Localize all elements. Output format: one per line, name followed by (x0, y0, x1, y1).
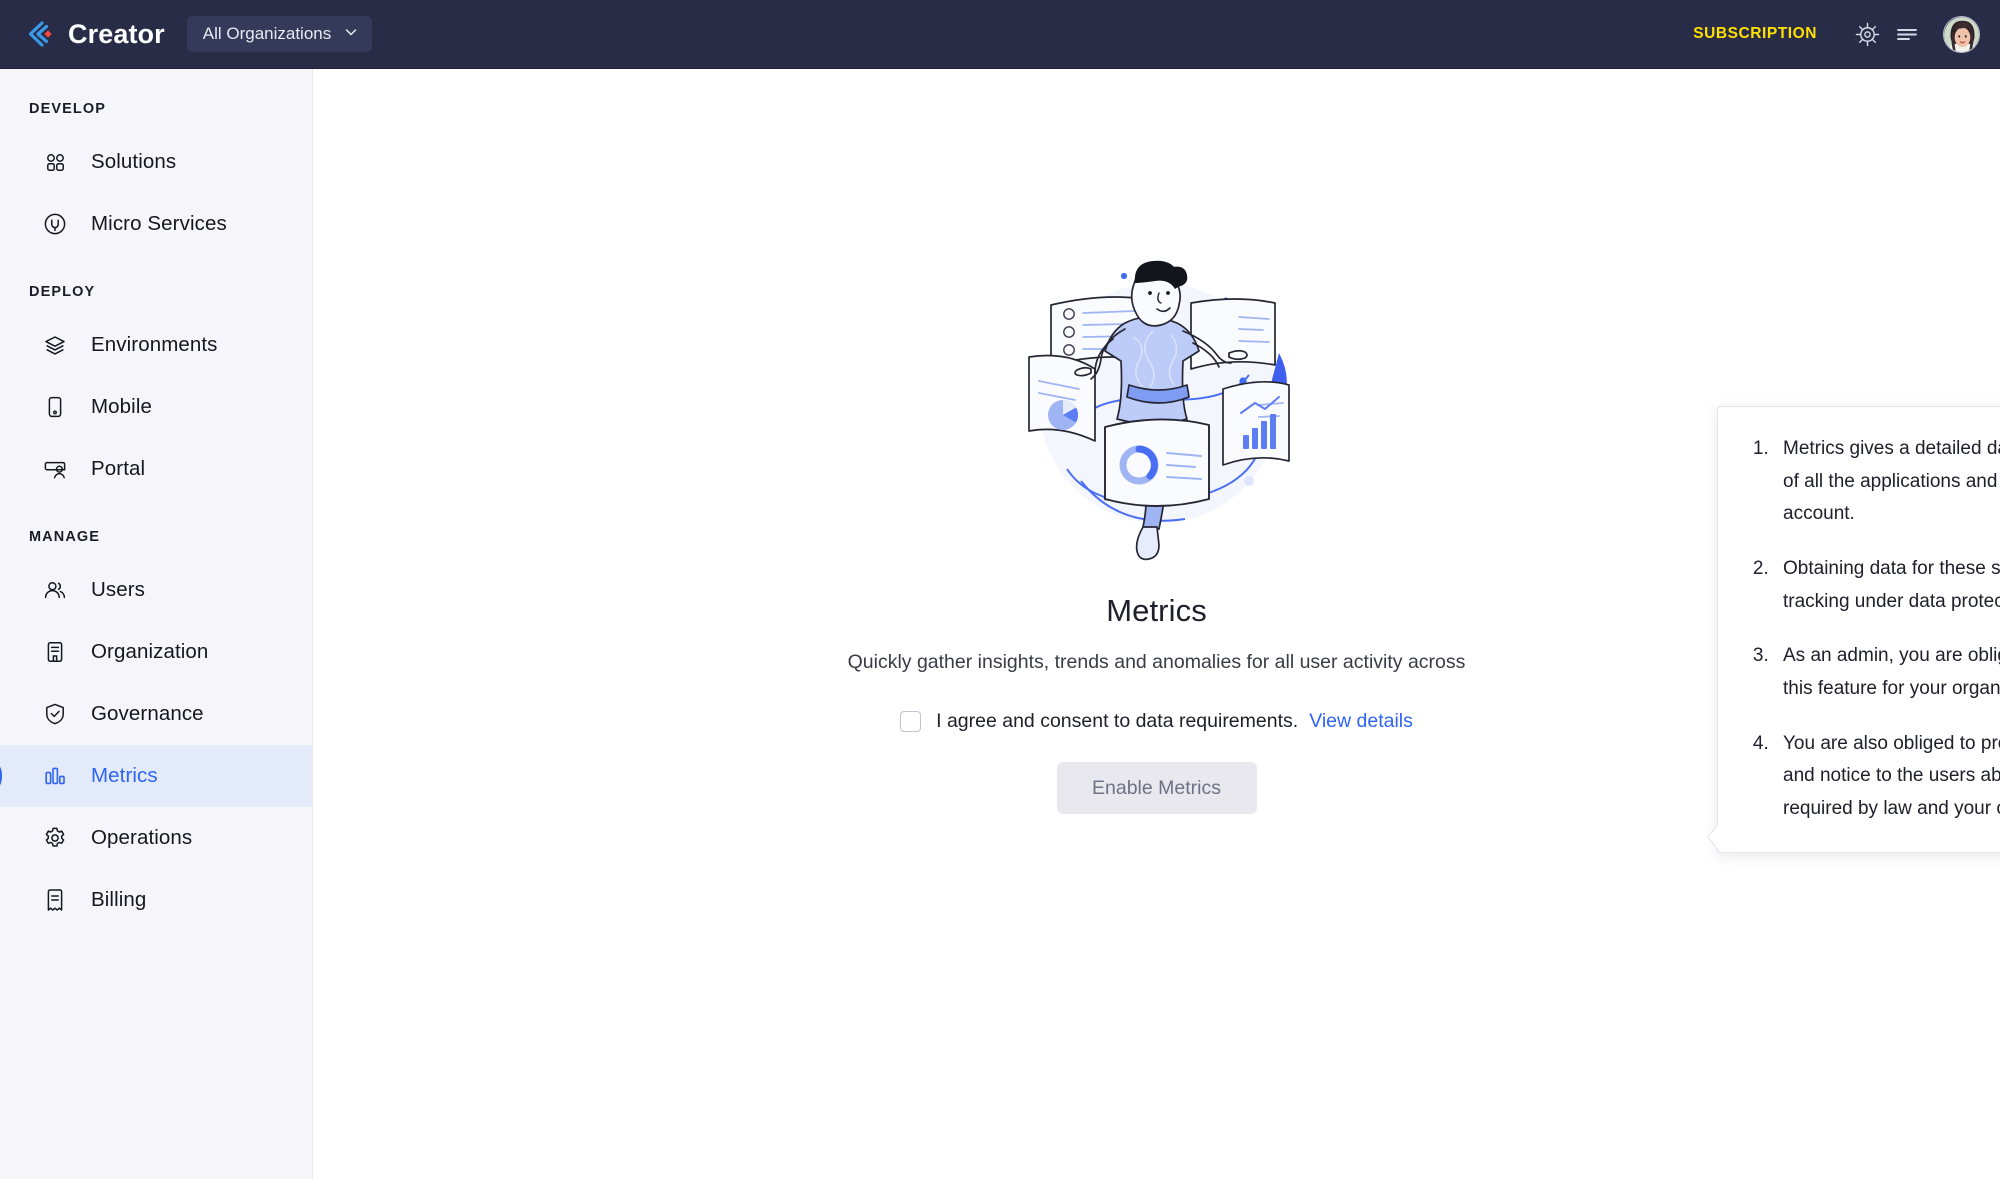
view-details-link[interactable]: View details (1309, 710, 1413, 733)
shield-check-icon (40, 699, 70, 729)
sidebar-item-label: Governance (91, 702, 204, 725)
consent-row: I agree and consent to data requirements… (900, 710, 1413, 733)
mobile-phone-icon (40, 392, 70, 422)
bar-chart-icon (40, 761, 70, 791)
sidebar-item-micro-services[interactable]: Micro Services (0, 193, 312, 255)
sidebar-item-environments[interactable]: Environments (0, 314, 312, 376)
sidebar-item-operations[interactable]: Operations (0, 807, 312, 869)
popover-arrow-icon (1706, 823, 1719, 851)
page-subtitle: Quickly gather insights, trends and anom… (847, 651, 1466, 673)
receipt-icon (40, 885, 70, 915)
sidebar-item-label: Micro Services (91, 212, 227, 235)
sidebar-item-mobile[interactable]: Mobile (0, 376, 312, 438)
sidebar-item-label: Billing (91, 888, 147, 911)
app-header: Creator All Organizations SUBSCRIPTION (0, 0, 2000, 69)
sidebar-item-label: Environments (91, 333, 218, 356)
list-item: Obtaining data for these statistics may … (1774, 553, 2000, 618)
list-item: As an admin, you are obliged to check th… (1774, 640, 2000, 705)
subscription-link[interactable]: SUBSCRIPTION (1693, 25, 1817, 43)
sidebar-item-label: Users (91, 578, 146, 601)
sidebar-item-portal[interactable]: Portal (0, 438, 312, 500)
main-content: Metrics Quickly gather insights, trends … (313, 69, 2000, 1179)
consent-details-popover: Metrics gives a detailed dashboard on us… (1706, 406, 2000, 853)
list-item: You are also obliged to provide necessar… (1774, 728, 2000, 826)
sidebar-item-solutions[interactable]: Solutions (0, 131, 312, 193)
sidebar-item-metrics[interactable]: Metrics (0, 745, 312, 807)
header-actions: SUBSCRIPTION (1693, 14, 1980, 54)
active-indicator-arrow (0, 759, 9, 793)
hamburger-menu-icon[interactable] (1887, 14, 1927, 54)
sidebar-item-governance[interactable]: Governance (0, 683, 312, 745)
sidebar-item-users[interactable]: Users (0, 559, 312, 621)
user-avatar[interactable] (1943, 15, 1980, 53)
building-icon (40, 637, 70, 667)
consent-details-list: Metrics gives a detailed dashboard on us… (1740, 433, 2000, 826)
gear-icon (40, 823, 70, 853)
sidebar-item-label: Portal (91, 457, 146, 480)
grid-dots-icon (40, 147, 70, 177)
enable-metrics-button[interactable]: Enable Metrics (1056, 762, 1257, 814)
creator-logo-icon (20, 16, 56, 52)
consent-label: I agree and consent to data requirements… (936, 710, 1299, 732)
nav-section-title-deploy: DEPLOY (29, 284, 96, 300)
org-switcher-dropdown[interactable]: All Organizations (186, 16, 373, 52)
list-item: Metrics gives a detailed dashboard on us… (1774, 433, 2000, 531)
org-switcher-label: All Organizations (202, 24, 332, 43)
gear-icon[interactable] (1847, 14, 1887, 54)
plug-circle-icon (40, 209, 70, 239)
users-icon (40, 575, 70, 605)
sidebar-item-label: Metrics (91, 764, 158, 787)
left-sidebar: DEVELOP Solutions Micro Services DEPLOY (0, 69, 313, 1179)
sidebar-item-label: Organization (91, 640, 209, 663)
nav-section-title-manage: MANAGE (29, 529, 101, 545)
brand-logo-group[interactable]: Creator (20, 16, 165, 52)
portal-user-icon (40, 454, 70, 484)
sidebar-item-label: Solutions (91, 150, 177, 173)
page-title: Metrics (1106, 593, 1207, 628)
brand-name: Creator (68, 18, 165, 49)
consent-checkbox[interactable] (900, 711, 922, 732)
chevron-down-icon (343, 24, 359, 45)
layers-icon (40, 330, 70, 360)
nav-section-title-develop: DEVELOP (29, 101, 106, 117)
sidebar-item-organization[interactable]: Organization (0, 621, 312, 683)
sidebar-item-billing[interactable]: Billing (0, 869, 312, 931)
metrics-dashboard-illustration (1007, 253, 1307, 578)
sidebar-item-label: Mobile (91, 395, 152, 418)
sidebar-item-label: Operations (91, 826, 193, 849)
